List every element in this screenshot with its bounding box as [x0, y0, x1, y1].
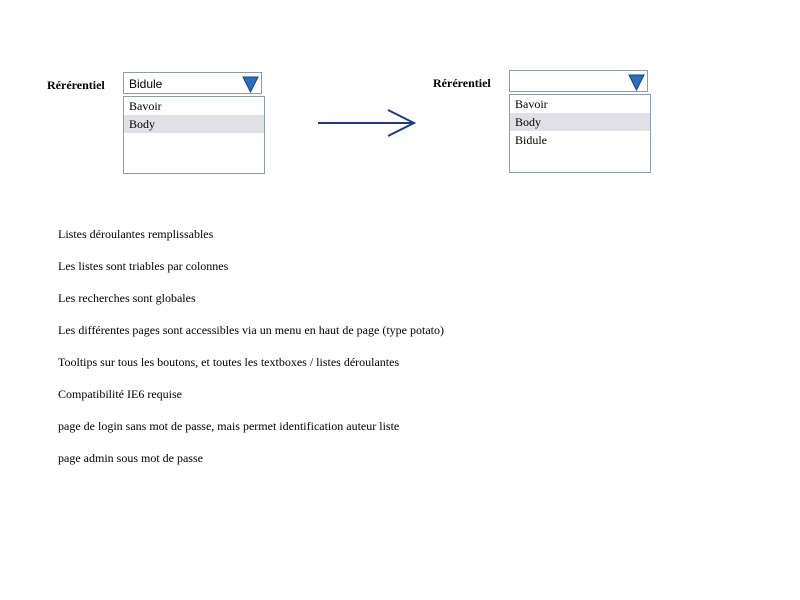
note-item: page de login sans mot de passe, mais pe…: [58, 419, 400, 433]
referentiel-combobox-after[interactable]: [509, 70, 648, 92]
note-item: Les listes sont triables par colonnes: [58, 259, 229, 273]
note-item: Les recherches sont globales: [58, 291, 196, 305]
note-item: Listes déroulantes remplissables: [58, 227, 214, 241]
dropdown-item-body[interactable]: Body: [124, 115, 264, 133]
dropdown-item-bidule[interactable]: Bidule: [510, 131, 650, 149]
combobox-value: Bidule: [129, 77, 163, 91]
note-item: Les différentes pages sont accessibles v…: [58, 323, 444, 337]
note-item: Compatibilité IE6 requise: [58, 387, 182, 401]
note-item: page admin sous mot de passe: [58, 451, 203, 465]
dropdown-list-before[interactable]: Bavoir Body: [123, 96, 265, 174]
arrow-right-icon: [318, 109, 417, 137]
dropdown-item-body[interactable]: Body: [510, 113, 650, 131]
triangle-down-icon[interactable]: [627, 72, 646, 91]
referentiel-label-after: Rérérentiel: [433, 76, 491, 90]
note-item: Tooltips sur tous les boutons, et toutes…: [58, 355, 400, 369]
referentiel-combobox-before[interactable]: Bidule: [123, 72, 262, 94]
triangle-down-icon[interactable]: [241, 74, 260, 93]
requirements-notes: Listes déroulantes remplissables Les lis…: [58, 226, 444, 482]
dropdown-item-bavoir[interactable]: Bavoir: [124, 97, 264, 115]
dropdown-item-bavoir[interactable]: Bavoir: [510, 95, 650, 113]
dropdown-list-after[interactable]: Bavoir Body Bidule: [509, 94, 651, 173]
referentiel-label-before: Rérérentiel: [47, 78, 105, 92]
